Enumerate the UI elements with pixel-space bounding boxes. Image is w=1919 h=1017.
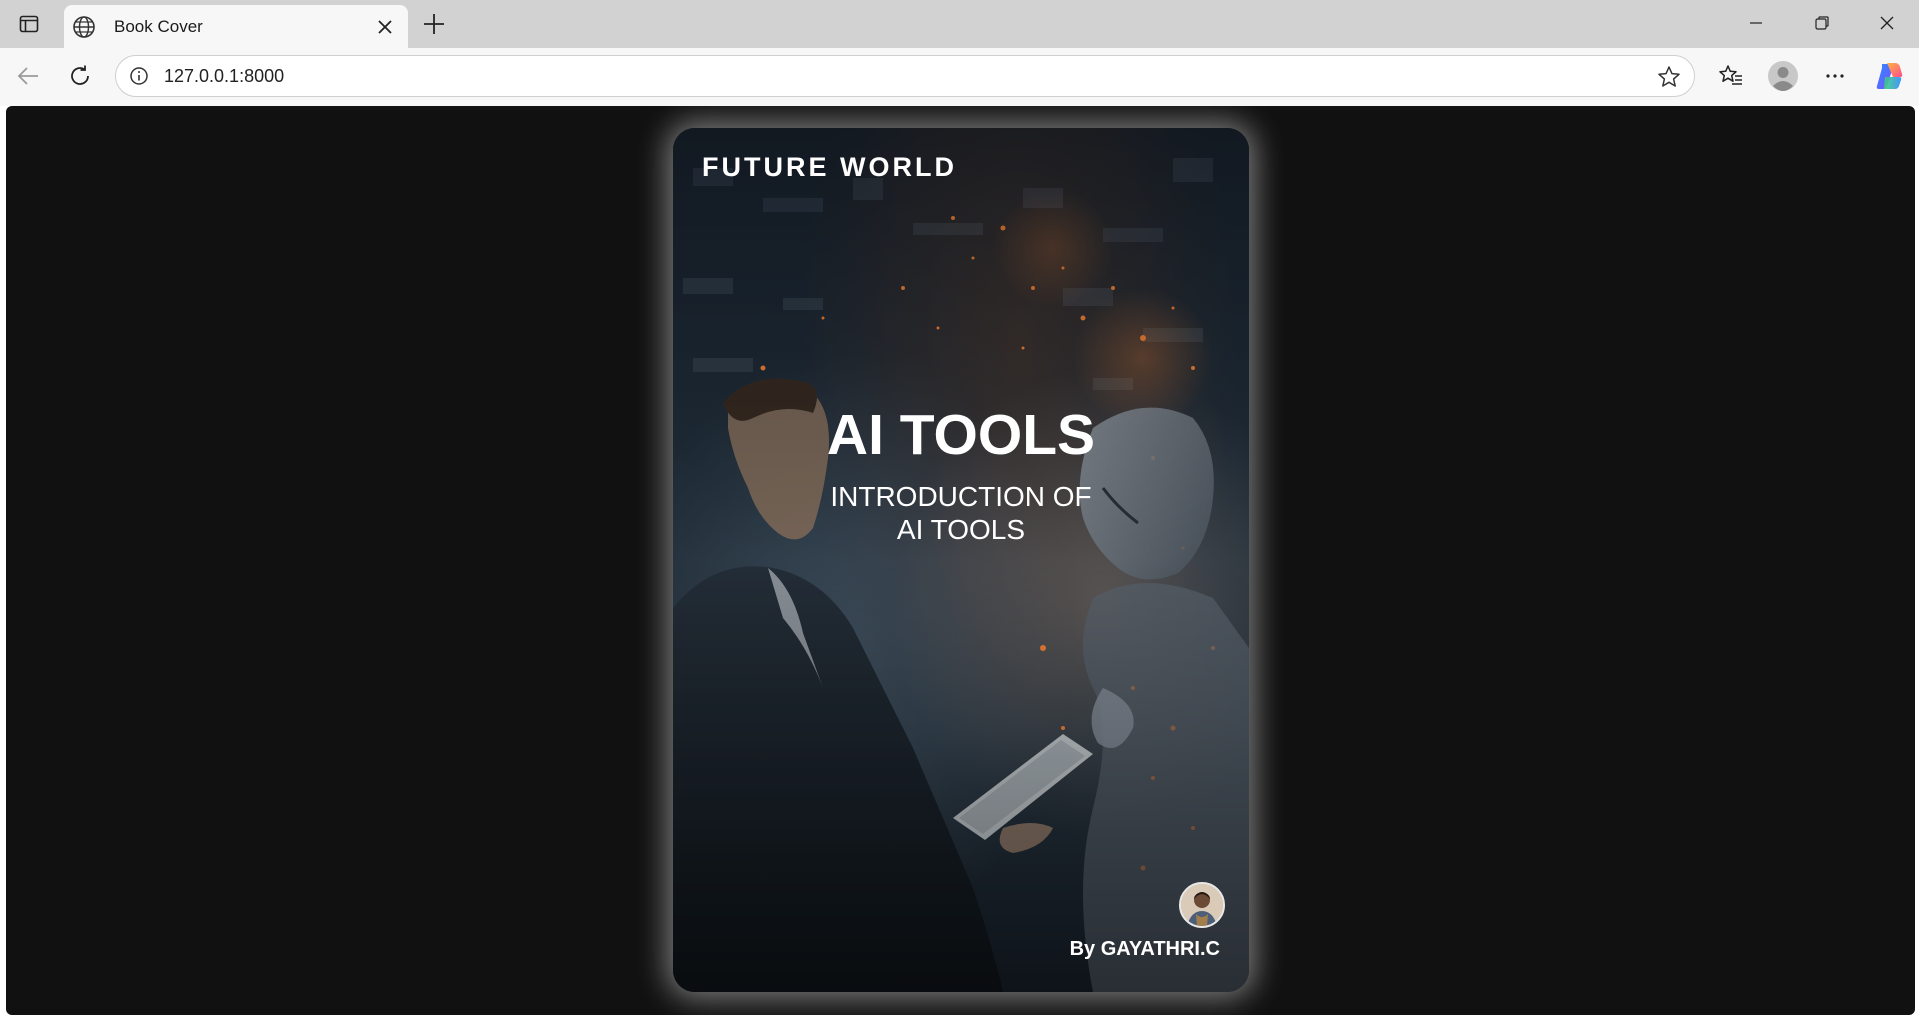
avatar-icon — [1768, 61, 1798, 91]
close-window-button[interactable] — [1867, 4, 1907, 42]
cover-subtitle-line-2: AI TOOLS — [896, 514, 1026, 545]
url-text[interactable]: 127.0.0.1:8000 — [164, 66, 284, 87]
copilot-button[interactable] — [1871, 58, 1907, 94]
minimize-button[interactable] — [1736, 4, 1776, 42]
tab-title: Book Cover — [114, 16, 203, 36]
restore-button[interactable] — [1802, 4, 1842, 42]
close-icon — [1880, 16, 1894, 30]
cover-title: AI TOOLS — [826, 403, 1096, 467]
arrow-left-icon — [17, 67, 38, 85]
cover-subtitle-line-1: INTRODUCTION OF — [830, 481, 1092, 512]
favorites-list-icon — [1719, 65, 1742, 85]
new-tab-button[interactable] — [418, 8, 450, 40]
cover-subtitle: INTRODUCTION OF AI TOOLS — [673, 480, 1249, 546]
back-button[interactable] — [10, 58, 46, 94]
tab-actions-icon — [19, 15, 39, 33]
plus-icon — [424, 14, 444, 34]
browser-tab[interactable]: Book Cover — [64, 5, 408, 48]
info-icon[interactable] — [128, 65, 150, 87]
browser-title-bar: Book Cover — [0, 0, 1919, 48]
cover-artwork — [673, 128, 1249, 992]
restore-icon — [1815, 16, 1829, 30]
tab-actions-button[interactable] — [12, 10, 46, 38]
refresh-button[interactable] — [62, 58, 98, 94]
refresh-icon — [71, 65, 89, 85]
favorites-button[interactable] — [1713, 58, 1749, 94]
minimize-icon — [1750, 22, 1762, 24]
book-cover: FUTURE WORLD AI TOOLS INTRODUCTION OF AI… — [673, 128, 1249, 992]
close-tab-icon[interactable] — [372, 14, 398, 40]
copilot-icon — [1876, 63, 1903, 89]
browser-toolbar: 127.0.0.1:8000 — [0, 48, 1919, 106]
profile-button[interactable] — [1765, 58, 1801, 94]
author-avatar — [1179, 882, 1225, 928]
favorite-star-icon[interactable] — [1656, 64, 1682, 90]
cover-author: By GAYATHRI.C — [1069, 938, 1220, 960]
globe-icon — [72, 15, 96, 39]
more-options-button[interactable] — [1817, 58, 1853, 94]
address-bar[interactable]: 127.0.0.1:8000 — [115, 55, 1695, 97]
page-viewport: FUTURE WORLD AI TOOLS INTRODUCTION OF AI… — [6, 106, 1915, 1015]
more-dots-icon — [1826, 74, 1844, 78]
cover-brand: FUTURE WORLD — [702, 152, 957, 182]
